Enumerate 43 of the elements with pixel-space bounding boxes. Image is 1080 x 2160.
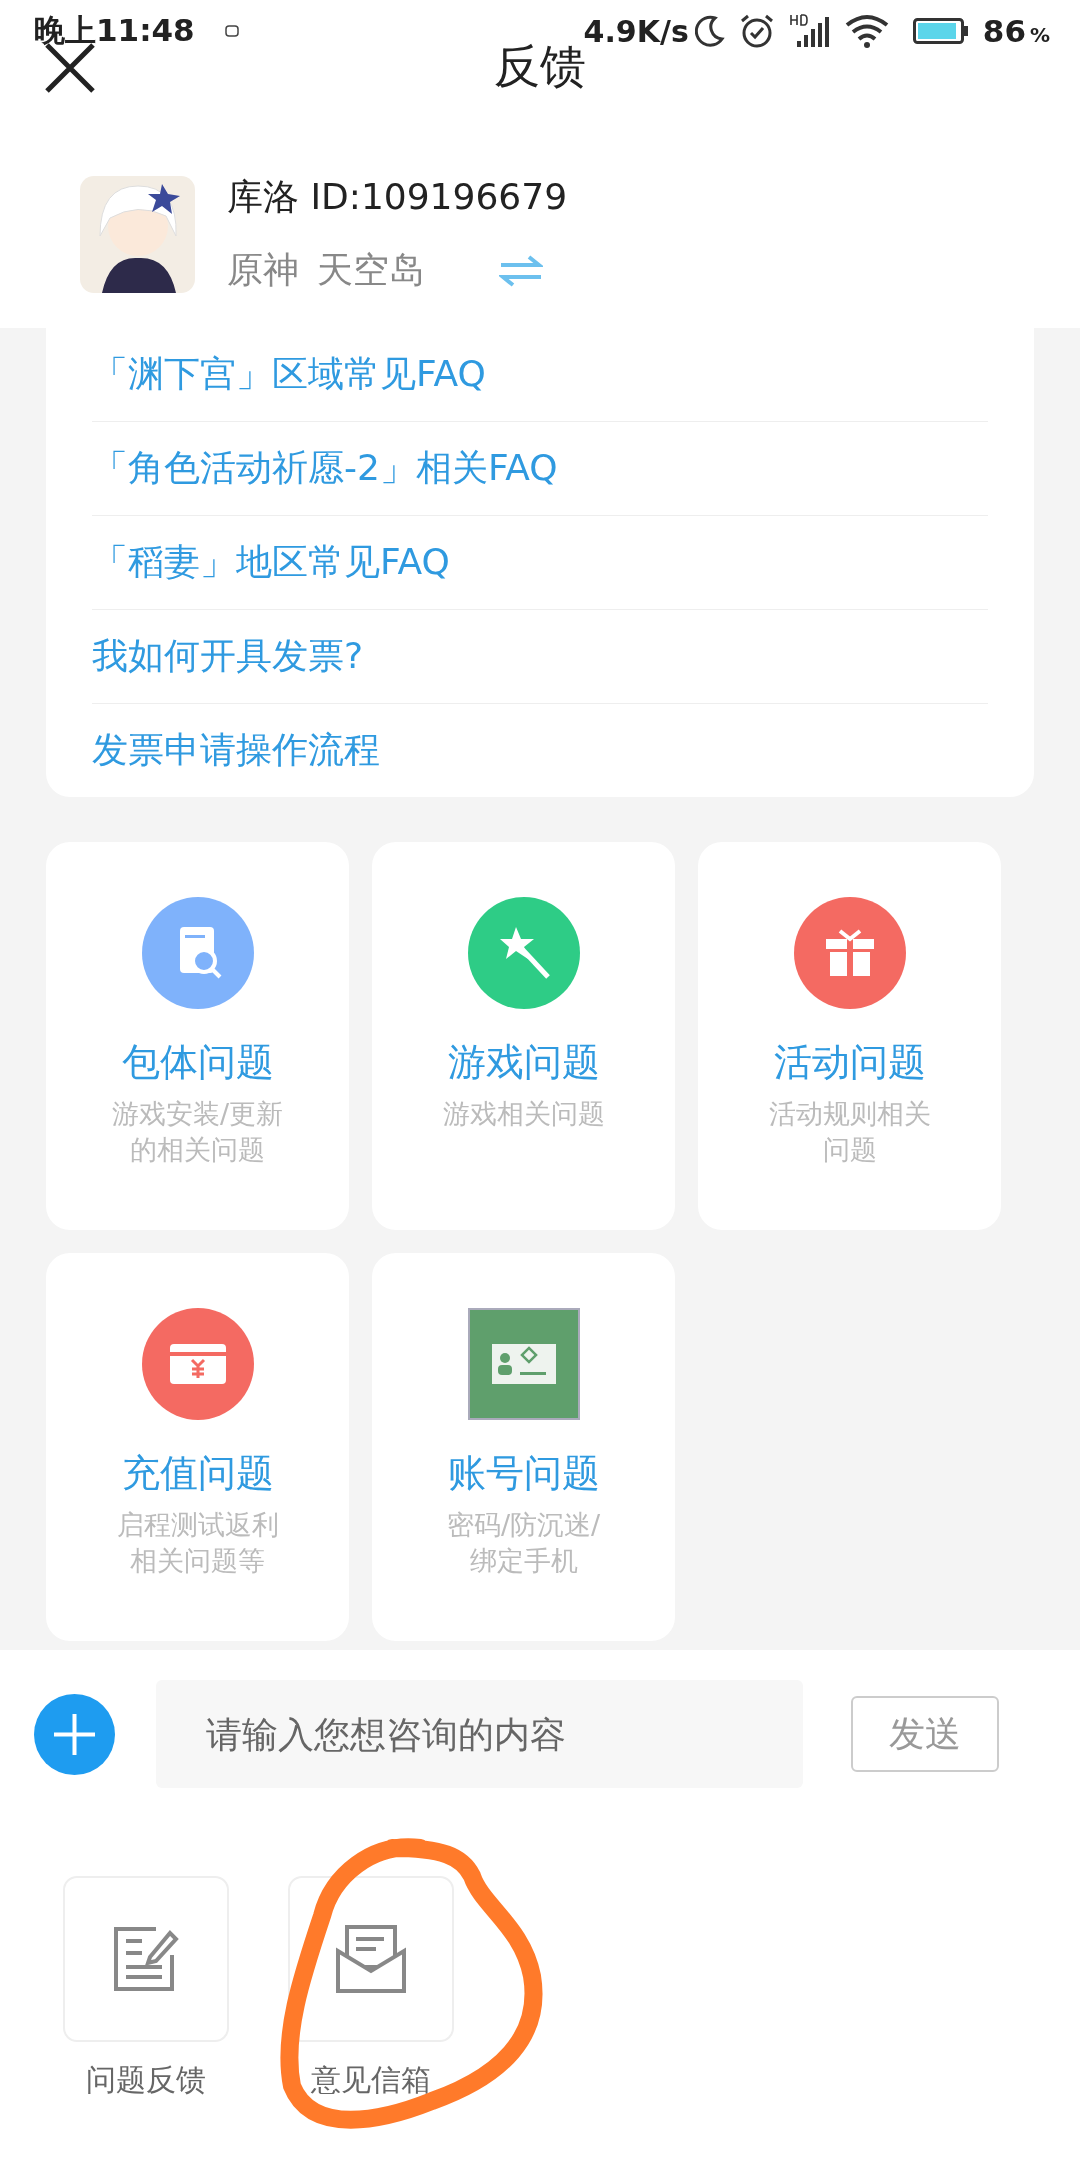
envelope-icon [336, 1925, 406, 1993]
category-title: 活动问题 [773, 1039, 926, 1086]
category-title: 充值问题 [121, 1450, 274, 1497]
battery-percent: 86 [982, 13, 1026, 49]
category-title: 游戏问题 [447, 1039, 600, 1086]
message-input[interactable]: 请输入您想咨询的内容 [156, 1680, 803, 1788]
category-card[interactable]: 账号问题 密码/防沉迷/绑定手机 [372, 1253, 675, 1641]
add-button[interactable] [34, 1693, 115, 1775]
category-description: 游戏安装/更新的相关问题 [110, 1097, 285, 1167]
category-description: 启程测试返利相关问题等 [115, 1508, 280, 1578]
faq-link[interactable]: 「稻妻」地区常见FAQ [92, 538, 450, 587]
category-card[interactable]: 充值问题 启程测试返利相关问题等 [46, 1253, 349, 1641]
swap-icon[interactable] [499, 253, 543, 288]
server-name: 天空岛 [317, 248, 425, 292]
faq-link[interactable]: 「角色活动祈愿-2」相关FAQ [92, 444, 558, 493]
tool-tile[interactable] [288, 1876, 454, 2042]
category-description: 游戏相关问题 [441, 1097, 606, 1131]
category-card[interactable]: 包体问题 游戏安装/更新的相关问题 [46, 842, 349, 1230]
faq-link[interactable]: 发票申请操作流程 [92, 726, 380, 775]
network-speed: 4.9K/s [583, 13, 689, 49]
tool-tile[interactable] [63, 1876, 229, 2042]
category-description: 密码/防沉迷/绑定手机 [445, 1508, 602, 1578]
percent-sign: % [1029, 23, 1050, 47]
category-description: 活动规则相关问题 [767, 1097, 932, 1167]
faq-link[interactable]: 「渊下宫」区域常见FAQ [92, 350, 486, 399]
category-card[interactable]: 活动问题 活动规则相关问题 [698, 842, 1001, 1230]
signal-icon [788, 13, 829, 49]
battery-icon [912, 18, 969, 44]
category-title: 包体问题 [121, 1039, 274, 1086]
tool-label: 意见信箱 [311, 2061, 431, 2099]
game-name: 原神 [227, 248, 299, 292]
category-title: 账号问题 [447, 1450, 600, 1497]
moon-icon [694, 15, 725, 47]
alarm-icon [738, 13, 775, 49]
note-edit-icon [112, 1925, 180, 1993]
faq-link[interactable]: 我如何开具发票? [92, 632, 364, 681]
tool-label: 问题反馈 [86, 2061, 206, 2099]
category-card[interactable]: 游戏问题 游戏相关问题 [372, 842, 675, 1230]
send-button[interactable]: 发送 [851, 1696, 999, 1772]
wifi-icon [844, 13, 889, 49]
account-name: 库洛 ID:109196679 [227, 175, 568, 219]
status-time: 晚上11:48 [34, 11, 195, 50]
page-title: 反馈 [494, 39, 586, 95]
